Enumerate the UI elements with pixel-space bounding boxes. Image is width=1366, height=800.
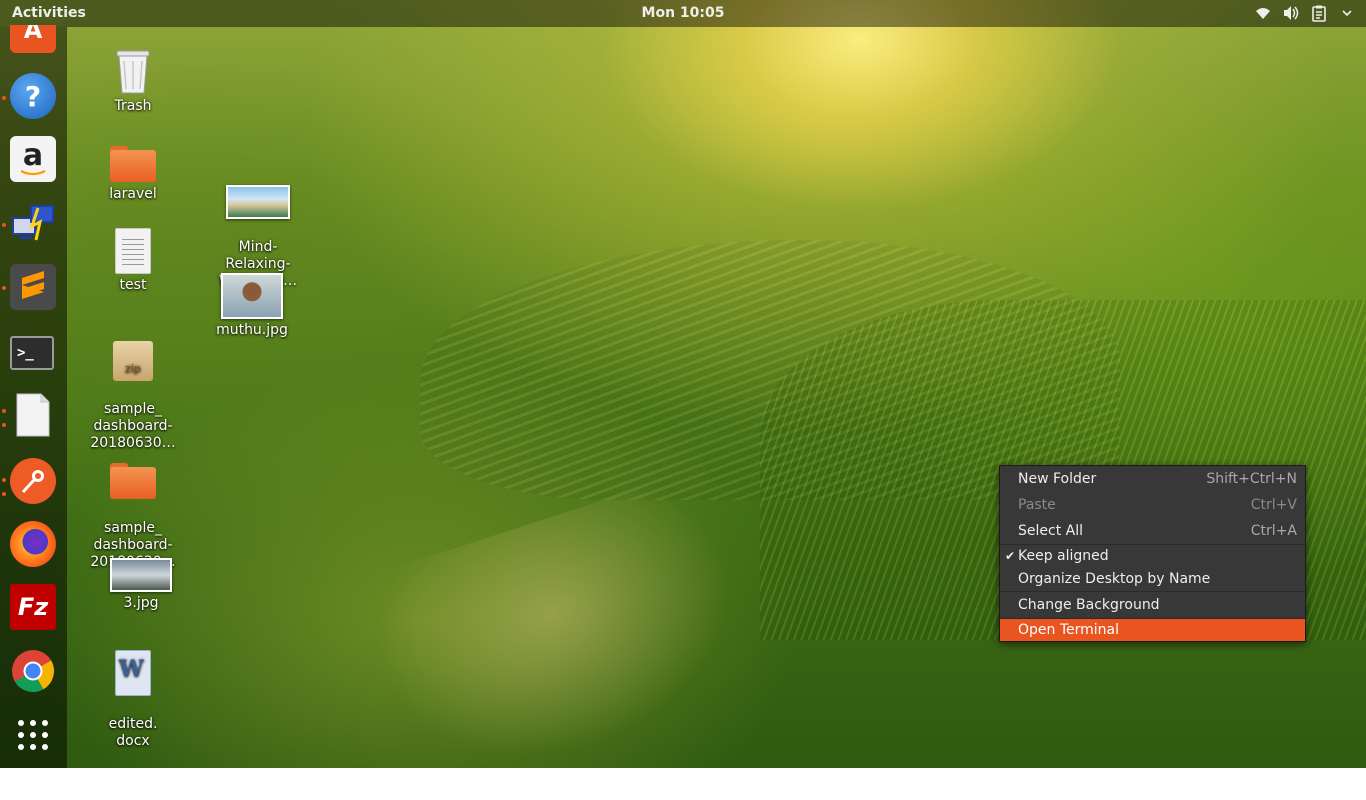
top-bar: Activities Mon 10:05 bbox=[0, 0, 1366, 27]
desktop-icon-laravel-folder[interactable]: laravel bbox=[83, 144, 183, 203]
desktop-icon-label: test bbox=[119, 277, 147, 293]
running-indicator bbox=[2, 96, 6, 100]
dock-app-chrome[interactable] bbox=[10, 648, 56, 694]
desktop-icon-label: laravel bbox=[109, 186, 157, 202]
menu-item-paste[interactable]: Paste Ctrl+V bbox=[1000, 492, 1305, 518]
help-icon: ? bbox=[10, 73, 56, 119]
desktop-icon-label: Trash bbox=[114, 98, 152, 114]
grid-icon bbox=[10, 712, 56, 758]
image-thumbnail bbox=[202, 272, 302, 320]
running-indicator bbox=[2, 409, 6, 413]
desktop-icon-label: edited. docx bbox=[108, 716, 158, 749]
dock-app-software-center[interactable]: A bbox=[10, 25, 56, 53]
menu-item-open-terminal[interactable]: Open Terminal bbox=[1000, 619, 1305, 641]
sublime-text-icon bbox=[10, 264, 56, 310]
menu-item-change-background[interactable]: Change Background bbox=[1000, 592, 1305, 618]
menu-item-organize-desktop[interactable]: Organize Desktop by Name bbox=[1000, 566, 1305, 592]
menu-item-new-folder[interactable]: New Folder Shift+Ctrl+N bbox=[1000, 466, 1305, 492]
text-file-icon bbox=[83, 227, 183, 275]
text-editor-icon bbox=[10, 392, 56, 438]
running-indicator bbox=[2, 492, 6, 496]
clipboard-icon[interactable] bbox=[1310, 4, 1328, 22]
dock-app-amazon[interactable]: a bbox=[10, 136, 56, 182]
postman-icon bbox=[10, 458, 56, 504]
remote-desktop-icon bbox=[10, 200, 56, 246]
checkmark-icon: ✔ bbox=[1005, 549, 1016, 563]
chrome-icon bbox=[10, 648, 56, 694]
amazon-icon: a bbox=[10, 136, 56, 182]
desktop-icon-muthu-jpg[interactable]: muthu.jpg bbox=[202, 272, 302, 339]
dock-app-postman[interactable] bbox=[10, 458, 56, 504]
desktop-icon-test-file[interactable]: test bbox=[83, 227, 183, 294]
dock: A ? a >_ Fz bbox=[0, 25, 67, 768]
dock-app-filezilla[interactable]: Fz bbox=[10, 584, 56, 630]
desktop-icon-3-jpg[interactable]: 3.jpg bbox=[91, 557, 191, 612]
desktop-icon-edited-docx[interactable]: W edited. docx bbox=[83, 632, 183, 767]
dock-app-help[interactable]: ? bbox=[10, 73, 56, 119]
wifi-icon[interactable] bbox=[1254, 4, 1272, 22]
trash-icon bbox=[83, 46, 183, 96]
dock-app-firefox[interactable] bbox=[10, 521, 56, 567]
system-menu-arrow-icon[interactable] bbox=[1338, 4, 1356, 22]
volume-icon[interactable] bbox=[1282, 4, 1300, 22]
clock-button[interactable]: Mon 10:05 bbox=[642, 5, 725, 21]
clock-container: Mon 10:05 bbox=[0, 5, 1366, 21]
image-thumbnail bbox=[208, 184, 308, 220]
firefox-icon bbox=[10, 521, 56, 567]
folder-icon bbox=[83, 461, 183, 501]
desktop-icon-label: muthu.jpg bbox=[216, 322, 288, 338]
running-indicator bbox=[2, 423, 6, 427]
menu-item-select-all[interactable]: Select All Ctrl+A bbox=[1000, 518, 1305, 544]
show-applications-button[interactable] bbox=[10, 712, 56, 758]
dock-app-text-editor[interactable] bbox=[10, 392, 56, 438]
dock-app-remote-desktop[interactable] bbox=[10, 200, 56, 246]
activities-button[interactable]: Activities bbox=[12, 5, 86, 21]
word-document-icon: W bbox=[83, 649, 183, 697]
running-indicator bbox=[2, 286, 6, 290]
image-thumbnail bbox=[91, 557, 191, 593]
zip-archive-icon: zip bbox=[83, 340, 183, 382]
running-indicator bbox=[2, 478, 6, 482]
folder-icon bbox=[83, 144, 183, 184]
dock-app-terminal[interactable]: >_ bbox=[10, 330, 56, 376]
running-indicator bbox=[2, 223, 6, 227]
desktop-context-menu: New Folder Shift+Ctrl+N Paste Ctrl+V Sel… bbox=[999, 465, 1306, 642]
software-center-icon: A bbox=[10, 25, 56, 53]
desktop-icon-trash[interactable]: Trash bbox=[83, 46, 183, 115]
dock-app-sublime-text[interactable] bbox=[10, 264, 56, 310]
filezilla-icon: Fz bbox=[10, 584, 56, 630]
terminal-icon: >_ bbox=[10, 336, 54, 370]
desktop-icon-label: 3.jpg bbox=[123, 595, 159, 611]
system-tray[interactable] bbox=[1254, 4, 1356, 22]
